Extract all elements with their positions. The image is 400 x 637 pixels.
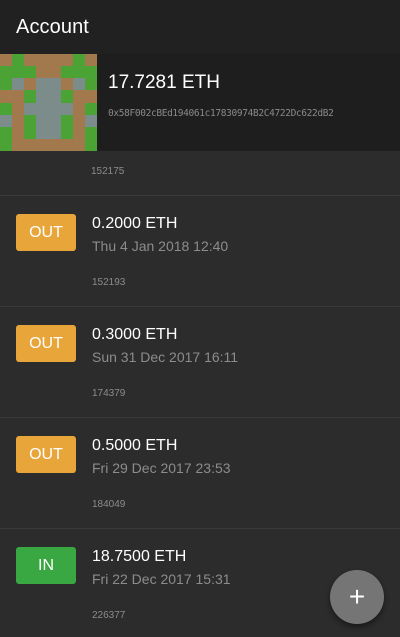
identicon-cell [12, 114, 25, 127]
app-bar: Account [0, 0, 400, 54]
account-info: 17.7281 ETH 0x58F002cBEd194061c17830974B… [97, 54, 400, 151]
identicon-cell [24, 54, 37, 67]
identicon-cell [72, 126, 85, 139]
identicon-cell [72, 66, 85, 79]
direction-badge: IN [16, 547, 76, 584]
identicon-cell [60, 102, 73, 115]
identicon-cell [24, 66, 37, 79]
identicon-cell [48, 126, 61, 139]
identicon-cell [24, 78, 37, 91]
transaction-row[interactable]: OUT 0.3000 ETH Sun 31 Dec 2017 16:11 174… [0, 307, 400, 418]
identicon-cell [0, 90, 13, 103]
identicon-cell [0, 114, 13, 127]
identicon-cell [24, 102, 37, 115]
direction-badge: OUT [16, 436, 76, 473]
transaction-amount: 18.7500 ETH [92, 548, 187, 565]
identicon-cell [12, 54, 25, 67]
transaction-amount: 0.2000 ETH [92, 215, 178, 232]
identicon-cell [60, 138, 73, 151]
identicon-cell [84, 78, 97, 91]
identicon-cell [24, 126, 37, 139]
identicon-cell [48, 66, 61, 79]
identicon-cell [24, 90, 37, 103]
identicon-cell [36, 78, 49, 91]
identicon-cell [12, 90, 25, 103]
identicon-cell [60, 90, 73, 103]
transaction-date: Fri 22 Dec 2017 15:31 [92, 571, 231, 587]
identicon-cell [12, 102, 25, 115]
identicon-cell [48, 114, 61, 127]
transaction-amount: 0.5000 ETH [92, 437, 178, 454]
identicon-cell [36, 54, 49, 67]
identicon-cell [72, 54, 85, 67]
identicon-cell [60, 78, 73, 91]
identicon-cell [48, 78, 61, 91]
direction-badge: OUT [16, 325, 76, 362]
identicon-cell [0, 126, 13, 139]
identicon-avatar [0, 54, 97, 151]
transaction-date: Fri 29 Dec 2017 23:53 [92, 460, 231, 476]
identicon-cell [48, 90, 61, 103]
identicon-cell [36, 126, 49, 139]
identicon-cell [72, 102, 85, 115]
identicon-cell [84, 54, 97, 67]
identicon-cell [60, 54, 73, 67]
transaction-row[interactable]: OUT 0.2000 ETH Thu 4 Jan 2018 12:40 1521… [0, 196, 400, 307]
identicon-cell [12, 138, 25, 151]
identicon-cell [0, 102, 13, 115]
identicon-cell [24, 114, 37, 127]
identicon-cell [12, 78, 25, 91]
account-balance: 17.7281 ETH [108, 72, 220, 93]
block-number: 184049 [92, 499, 126, 510]
transaction-amount: 0.3000 ETH [92, 326, 178, 343]
identicon-cell [12, 66, 25, 79]
plus-icon: + [348, 581, 366, 612]
identicon-cell [72, 90, 85, 103]
block-number: 174379 [92, 388, 126, 399]
direction-badge: OUT [16, 214, 76, 251]
identicon-cell [84, 126, 97, 139]
account-address: 0x58F002cBEd194061c17830974B2C4722Dc622d… [108, 108, 334, 119]
identicon-cell [48, 54, 61, 67]
identicon-cell [84, 114, 97, 127]
identicon-cell [84, 90, 97, 103]
identicon-cell [0, 78, 13, 91]
identicon-cell [0, 138, 13, 151]
block-number: 226377 [92, 610, 126, 621]
identicon-cell [84, 102, 97, 115]
identicon-cell [60, 114, 73, 127]
identicon-cell [84, 66, 97, 79]
block-number: 152175 [0, 151, 400, 196]
transaction-list: 152175 OUT 0.2000 ETH Thu 4 Jan 2018 12:… [0, 151, 400, 637]
identicon-cell [0, 66, 13, 79]
identicon-cell [36, 138, 49, 151]
identicon-cell [36, 102, 49, 115]
identicon-cell [36, 114, 49, 127]
identicon-cell [72, 138, 85, 151]
identicon-cell [60, 66, 73, 79]
identicon-cell [84, 138, 97, 151]
block-number: 152193 [92, 277, 126, 288]
page-title: Account [16, 15, 89, 38]
account-header[interactable]: 17.7281 ETH 0x58F002cBEd194061c17830974B… [0, 54, 400, 151]
transaction-row[interactable]: OUT 0.5000 ETH Fri 29 Dec 2017 23:53 184… [0, 418, 400, 529]
add-button[interactable]: + [330, 570, 384, 624]
identicon-cell [24, 138, 37, 151]
identicon-cell [48, 138, 61, 151]
transaction-date: Thu 4 Jan 2018 12:40 [92, 238, 229, 254]
transaction-date: Sun 31 Dec 2017 16:11 [92, 349, 239, 365]
identicon-cell [72, 78, 85, 91]
identicon-cell [12, 126, 25, 139]
identicon-cell [36, 90, 49, 103]
identicon-cell [48, 102, 61, 115]
identicon-cell [60, 126, 73, 139]
identicon-cell [0, 54, 13, 67]
identicon-cell [36, 66, 49, 79]
identicon-cell [72, 114, 85, 127]
